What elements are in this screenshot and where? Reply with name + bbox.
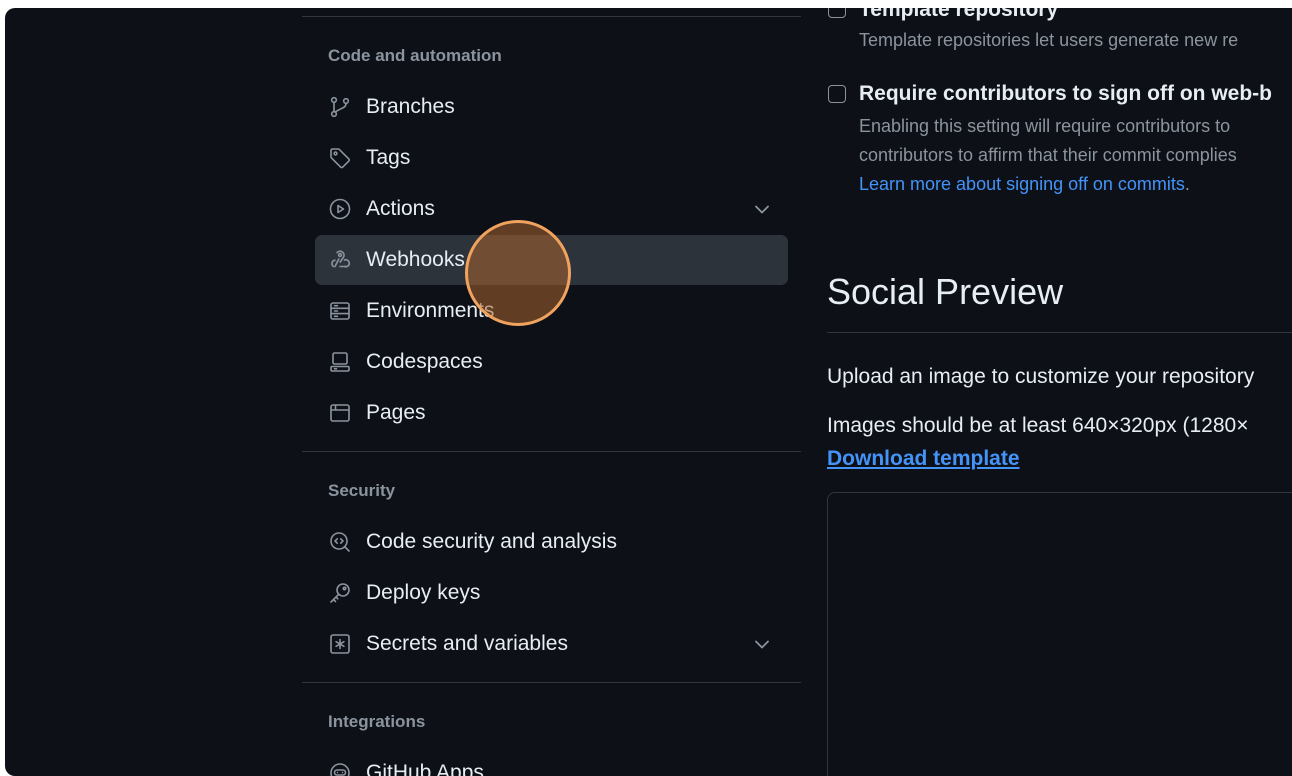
social-preview-title: Social Preview <box>827 271 1064 312</box>
signoff-description-line-2: contributors to affirm that their commit… <box>859 145 1237 165</box>
link-suffix: . <box>1184 174 1190 194</box>
signoff-checkbox[interactable] <box>828 85 846 103</box>
app-window: Code and automation Branches Tags Action… <box>5 8 1292 776</box>
template-repository-checkbox[interactable] <box>828 8 846 18</box>
template-repository-title: Template repository <box>859 8 1059 21</box>
play-icon <box>327 196 353 222</box>
sidebar-divider <box>302 451 801 452</box>
sidebar-item-environments[interactable]: Environments <box>315 286 788 336</box>
sidebar-item-branches[interactable]: Branches <box>315 82 788 132</box>
sidebar-item-label: GitHub Apps <box>366 761 484 776</box>
sidebar-item-actions[interactable]: Actions <box>315 184 788 234</box>
sidebar-item-codespaces[interactable]: Codespaces <box>315 337 788 387</box>
template-repository-description: Template repositories let users generate… <box>859 30 1239 50</box>
section-heading-integrations: Integrations <box>328 712 426 731</box>
settings-sidebar: Code and automation Branches Tags Action… <box>302 8 801 776</box>
signoff-learn-more-line: Learn more about signing off on commits. <box>859 173 1190 195</box>
sidebar-item-secrets-variables[interactable]: Secrets and variables <box>315 619 788 669</box>
sidebar-item-label: Actions <box>366 197 435 220</box>
sidebar-item-deploy-keys[interactable]: Deploy keys <box>315 568 788 618</box>
codespaces-icon <box>327 349 353 375</box>
server-icon <box>327 298 353 324</box>
section-divider <box>827 332 1292 333</box>
sidebar-item-tags[interactable]: Tags <box>315 133 788 183</box>
hubot-icon <box>327 760 353 776</box>
tag-icon <box>327 145 353 171</box>
sidebar-item-label: Environments <box>366 299 495 322</box>
sidebar-item-label: Secrets and variables <box>366 632 568 655</box>
codescan-icon <box>327 529 353 555</box>
asterisk-icon <box>327 631 353 657</box>
chevron-down-icon[interactable] <box>750 632 774 656</box>
settings-main: Template repository Template repositorie… <box>827 8 1292 776</box>
sidebar-item-label: Code security and analysis <box>366 530 617 553</box>
webhook-icon <box>327 247 353 273</box>
download-template-link[interactable]: Download template <box>827 446 1020 472</box>
sidebar-item-code-security[interactable]: Code security and analysis <box>315 517 788 567</box>
sidebar-item-label: Deploy keys <box>366 581 481 604</box>
section-heading-code-automation: Code and automation <box>328 46 502 65</box>
browser-icon <box>327 400 353 426</box>
sidebar-item-label: Codespaces <box>366 350 483 373</box>
signoff-learn-more-link[interactable]: Learn more about signing off on commits <box>859 174 1185 194</box>
chevron-down-icon[interactable] <box>750 197 774 221</box>
sidebar-item-github-apps[interactable]: GitHub Apps <box>315 748 788 776</box>
sidebar-divider <box>302 682 801 683</box>
image-size-requirements: Images should be at least 640×320px (128… <box>827 414 1249 437</box>
upload-instructions: Upload an image to customize your reposi… <box>827 365 1255 388</box>
key-icon <box>327 580 353 606</box>
sidebar-item-label: Tags <box>366 146 411 169</box>
section-heading-security: Security <box>328 481 396 500</box>
sidebar-item-label: Pages <box>366 401 426 424</box>
social-preview-image-box[interactable] <box>827 492 1292 776</box>
sidebar-item-pages[interactable]: Pages <box>315 388 788 438</box>
sidebar-divider <box>302 16 801 17</box>
sidebar-item-webhooks[interactable]: Webhooks <box>315 235 788 285</box>
signoff-description-line-1: Enabling this setting will require contr… <box>859 116 1231 136</box>
signoff-title: Require contributors to sign off on web-… <box>859 82 1272 105</box>
sidebar-item-label: Webhooks <box>366 248 465 271</box>
git-branch-icon <box>327 94 353 120</box>
sidebar-item-label: Branches <box>366 95 455 118</box>
